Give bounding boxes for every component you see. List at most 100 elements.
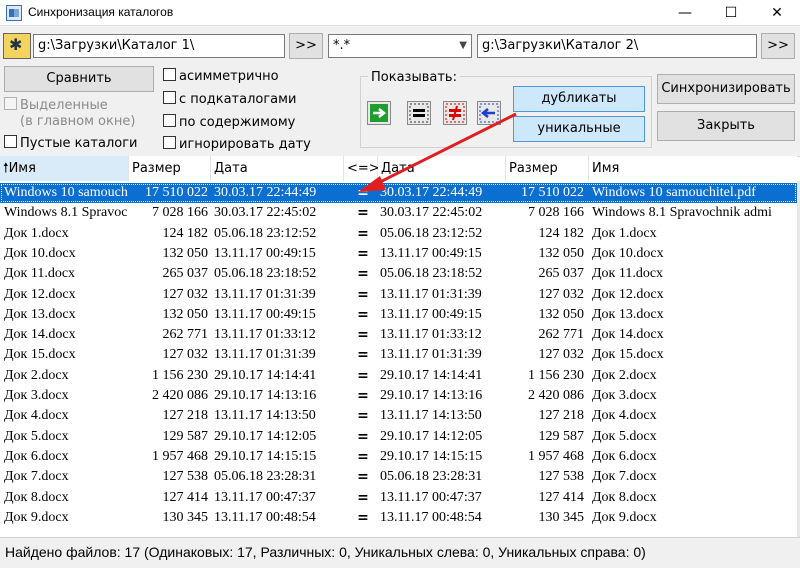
cell-right-size: 127 538: [538, 469, 585, 485]
cell-right-date: 29.10.17 14:15:15: [380, 448, 483, 464]
table-row[interactable]: Док 10.docx 132 050 13.11.17 00:49:15 = 13.1…: [0, 244, 797, 264]
cell-right-size: 2 420 086: [528, 388, 584, 403]
cell-compare: =: [357, 225, 369, 242]
cell-right-name: Windows 8.1 Spravochnik admi: [592, 205, 772, 221]
asymmetric-checkbox[interactable]: асимметрично: [163, 68, 279, 84]
selected-checkbox[interactable]: Выделенные: [4, 97, 108, 113]
cell-left-size: 17 510 022: [145, 185, 208, 200]
table-row[interactable]: Док 9.docx 130 345 13.11.17 00:48:54 = 13.11…: [0, 508, 797, 528]
table-row[interactable]: Док 2.docx 1 156 230 29.10.17 14:14:41 = 29.…: [0, 366, 797, 386]
cell-left-size: 132 050: [162, 245, 209, 261]
cell-compare: =: [357, 408, 369, 425]
duplicates-button[interactable]: дубликаты: [513, 86, 645, 112]
ignore-date-label: игнорировать дату: [179, 137, 311, 152]
cell-right-date: 13.11.17 01:33:12: [380, 327, 482, 343]
right-browse-button[interactable]: >>: [761, 33, 795, 59]
cell-left-size: 127 032: [162, 286, 209, 302]
table-row[interactable]: Док 12.docx 127 032 13.11.17 01:31:39 = 13.1…: [0, 285, 797, 305]
asymmetric-label: асимметрично: [179, 69, 279, 84]
subdirs-label: с подкаталогами: [179, 92, 297, 107]
table-row[interactable]: Док 11.docx 265 037 05.06.18 23:18:52 = 05.0…: [0, 264, 797, 284]
cell-right-size: 1 156 230: [528, 367, 584, 383]
unique-button[interactable]: уникальные: [513, 116, 645, 142]
cell-left-date: 05.06.18 23:12:52: [214, 225, 317, 241]
empty-dirs-checkbox[interactable]: Пустые каталоги: [4, 135, 137, 151]
cell-right-size: 127 032: [538, 286, 585, 302]
cell-left-name: Windows 10 samouchitel.pdf: [4, 185, 128, 200]
cell-left-name: Док 4.docx: [4, 408, 69, 424]
cell-compare: =: [357, 327, 369, 344]
cell-compare: =: [357, 469, 369, 486]
cell-right-date: 29.10.17 14:13:16: [380, 388, 483, 403]
cell-right-date: 13.11.17 00:47:37: [380, 489, 482, 505]
subdirs-checkbox[interactable]: с подкаталогами: [163, 91, 296, 107]
synchronize-button[interactable]: Синхронизировать: [657, 74, 795, 104]
maximize-button[interactable]: ☐: [708, 0, 754, 26]
cell-right-name: Док 5.docx: [592, 428, 657, 444]
favorites-button[interactable]: ✱: [3, 33, 31, 59]
cell-left-name: Док 1.docx: [4, 225, 69, 241]
table-row[interactable]: Док 5.docx 129 587 29.10.17 14:12:05 = 29.10…: [0, 427, 797, 447]
cell-compare: =: [357, 347, 369, 364]
header-right-name[interactable]: Имя: [589, 156, 797, 181]
cell-compare: =: [357, 306, 369, 323]
cell-left-name: Док 10.docx: [4, 245, 76, 261]
table-row[interactable]: Windows 8.1 Spravochnik admi 7 028 166 30.…: [0, 203, 797, 223]
cell-right-date: 13.11.17 01:31:39: [380, 347, 482, 363]
cell-compare: =: [357, 286, 369, 303]
table-row[interactable]: Док 8.docx 127 414 13.11.17 00:47:37 = 13.11…: [0, 488, 797, 508]
right-path-input[interactable]: g:\Загрузки\Каталог 2\: [477, 34, 757, 58]
cell-compare: =: [357, 205, 369, 222]
cell-right-name: Док 6.docx: [592, 448, 657, 464]
cell-left-name: Док 13.docx: [4, 306, 76, 322]
table-row[interactable]: Док 7.docx 127 538 05.06.18 23:28:31 = 05.06…: [0, 467, 797, 487]
cell-left-name: Док 14.docx: [4, 327, 76, 343]
cell-left-date: 29.10.17 14:13:16: [214, 388, 317, 403]
app-icon: [6, 5, 22, 21]
cell-right-name: Док 14.docx: [592, 327, 664, 343]
header-left-name[interactable]: 🠕Имя: [0, 156, 129, 181]
table-row[interactable]: Док 4.docx 127 218 13.11.17 14:13:50 = 13.11…: [0, 406, 797, 426]
checkbox-box: [163, 91, 176, 104]
table-row[interactable]: Док 6.docx 1 957 468 29.10.17 14:15:15 = 29.…: [0, 447, 797, 467]
cell-left-size: 132 050: [162, 306, 209, 322]
header-left-date[interactable]: Дата: [211, 156, 344, 181]
cell-compare: =: [357, 388, 369, 404]
compare-button[interactable]: Сравнить: [4, 66, 154, 92]
cell-right-date: 05.06.18 23:12:52: [380, 225, 483, 241]
cell-left-name: Док 7.docx: [4, 469, 69, 485]
file-mask-select[interactable]: *.* ▼: [328, 34, 472, 58]
checkbox-box: [163, 136, 176, 149]
cell-right-size: 129 587: [538, 428, 585, 444]
table-row[interactable]: Док 1.docx 124 182 05.06.18 23:12:52 = 05.06…: [0, 224, 797, 244]
cell-right-size: 127 218: [538, 408, 585, 424]
table-row[interactable]: Док 15.docx 127 032 13.11.17 01:31:39 = 13.1…: [0, 345, 797, 365]
by-content-label: по содержимому: [179, 115, 296, 130]
status-text: Найдено файлов: 17 (Одинаковых: 17, Разл…: [5, 544, 646, 560]
minimize-button[interactable]: —: [662, 0, 708, 26]
cell-left-date: 13.11.17 00:48:54: [214, 509, 316, 525]
cell-left-date: 30.03.17 22:45:02: [214, 205, 317, 221]
cell-left-date: 29.10.17 14:15:15: [214, 448, 317, 464]
header-left-size[interactable]: Размер: [129, 156, 211, 181]
close-window-button[interactable]: ✕: [754, 0, 800, 26]
table-row[interactable]: Док 3.docx 2 420 086 29.10.17 14:13:16 = 29.…: [0, 386, 797, 406]
by-content-checkbox[interactable]: по содержимому: [163, 114, 295, 130]
cell-right-name: Док 1.docx: [592, 225, 657, 241]
cell-right-size: 262 771: [538, 327, 585, 343]
left-path-input[interactable]: g:\Загрузки\Каталог 1\: [33, 34, 285, 58]
cell-left-date: 13.11.17 14:13:50: [214, 408, 316, 424]
cell-left-size: 127 032: [162, 347, 209, 363]
table-row[interactable]: Док 13.docx 132 050 13.11.17 00:49:15 = 13.1…: [0, 305, 797, 325]
table-row[interactable]: Док 14.docx 262 771 13.11.17 01:33:12 = 13.1…: [0, 325, 797, 345]
cell-left-size: 127 218: [162, 408, 209, 424]
cell-right-name: Док 9.docx: [592, 509, 657, 525]
cell-left-date: 13.11.17 00:49:15: [214, 245, 316, 261]
ignore-date-checkbox[interactable]: игнорировать дату: [163, 136, 311, 152]
cell-right-size: 130 345: [538, 509, 585, 525]
cell-right-date: 13.11.17 01:31:39: [380, 286, 482, 302]
cell-compare: =: [357, 367, 369, 384]
cell-compare: =: [357, 245, 369, 262]
left-browse-button[interactable]: >>: [289, 33, 323, 59]
close-button[interactable]: Закрыть: [657, 111, 795, 141]
